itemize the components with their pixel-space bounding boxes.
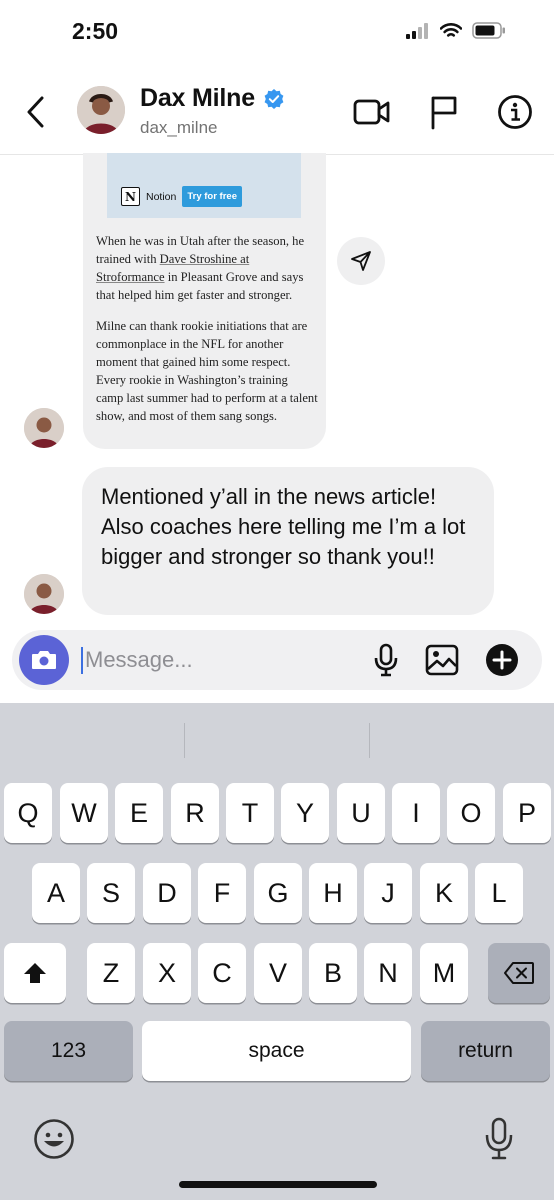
report-button[interactable] xyxy=(424,92,464,132)
shared-article[interactable]: N Notion Try for free When he was in Uta… xyxy=(83,153,326,449)
key-q[interactable]: Q xyxy=(4,783,52,843)
key-g[interactable]: G xyxy=(254,863,302,923)
shift-key[interactable] xyxy=(4,943,66,1003)
key-d[interactable]: D xyxy=(143,863,191,923)
avatar-photo-icon xyxy=(24,574,64,614)
space-key[interactable]: space xyxy=(142,1021,411,1081)
key-r[interactable]: R xyxy=(171,783,219,843)
message-bubble[interactable]: Mentioned y’all in the news article! Als… xyxy=(82,467,494,615)
key-v[interactable]: V xyxy=(254,943,302,1003)
notion-logo-icon: N xyxy=(121,187,140,206)
send-icon xyxy=(351,251,371,271)
return-key[interactable]: return xyxy=(421,1021,550,1081)
keyboard: Q W E R T Y U I O P A S D F G H J K L Z … xyxy=(0,703,554,1200)
wifi-icon xyxy=(440,22,462,37)
plus-circle-icon xyxy=(486,644,518,676)
key-z[interactable]: Z xyxy=(87,943,135,1003)
emoji-button[interactable] xyxy=(33,1118,75,1165)
key-h[interactable]: H xyxy=(309,863,357,923)
key-f[interactable]: F xyxy=(198,863,246,923)
flag-icon xyxy=(431,96,457,130)
battery-icon xyxy=(472,22,505,39)
sender-avatar[interactable] xyxy=(24,574,64,614)
key-w[interactable]: W xyxy=(60,783,108,843)
verified-badge-icon xyxy=(264,88,284,109)
key-b[interactable]: B xyxy=(309,943,357,1003)
ad-brand: Notion xyxy=(146,190,177,203)
video-call-button[interactable] xyxy=(352,92,392,132)
key-e[interactable]: E xyxy=(115,783,163,843)
key-n[interactable]: N xyxy=(364,943,412,1003)
contact-username: dax_milne xyxy=(140,118,218,137)
avatar-photo-icon xyxy=(24,408,64,448)
key-t[interactable]: T xyxy=(226,783,274,843)
contact-avatar[interactable] xyxy=(77,86,125,134)
text-cursor xyxy=(81,647,83,674)
microphone-icon xyxy=(374,643,398,677)
suggestion-divider xyxy=(184,723,185,758)
key-a[interactable]: A xyxy=(32,863,80,923)
image-icon xyxy=(425,644,459,676)
chevron-left-icon xyxy=(27,96,44,128)
key-i[interactable]: I xyxy=(392,783,440,843)
key-m[interactable]: M xyxy=(420,943,468,1003)
key-x[interactable]: X xyxy=(143,943,191,1003)
video-camera-icon xyxy=(353,99,390,125)
shift-arrow-icon xyxy=(24,963,46,983)
chat-header: Dax Milne dax_milne xyxy=(0,70,554,155)
key-k[interactable]: K xyxy=(420,863,468,923)
delete-key[interactable] xyxy=(488,943,550,1003)
article-paragraph-1: When he was in Utah after the season, he… xyxy=(96,232,318,304)
status-icons xyxy=(406,22,506,39)
gallery-button[interactable] xyxy=(424,642,460,678)
microphone-icon xyxy=(485,1117,513,1160)
suggestion-divider xyxy=(369,723,370,758)
camera-icon xyxy=(32,651,56,669)
ad-content: N Notion Try for free xyxy=(121,186,242,207)
numbers-key[interactable]: 123 xyxy=(4,1021,133,1081)
backspace-icon xyxy=(504,962,534,984)
back-button[interactable] xyxy=(22,92,50,132)
message-input[interactable] xyxy=(85,645,355,675)
message-composer xyxy=(12,630,542,690)
key-u[interactable]: U xyxy=(337,783,385,843)
contact-name-row[interactable]: Dax Milne xyxy=(140,84,285,113)
key-o[interactable]: O xyxy=(447,783,495,843)
home-indicator xyxy=(179,1181,377,1188)
key-j[interactable]: J xyxy=(364,863,412,923)
key-c[interactable]: C xyxy=(198,943,246,1003)
article-paragraph-2: Milne can thank rookie initiations that … xyxy=(96,319,318,423)
add-content-button[interactable] xyxy=(484,642,520,678)
dictation-button[interactable] xyxy=(484,1116,514,1167)
share-button[interactable] xyxy=(337,237,385,285)
try-for-free-button[interactable]: Try for free xyxy=(182,186,242,207)
key-p[interactable]: P xyxy=(503,783,551,843)
sender-avatar[interactable] xyxy=(24,408,64,448)
key-l[interactable]: L xyxy=(475,863,523,923)
cellular-signal-icon xyxy=(406,22,428,39)
voice-message-button[interactable] xyxy=(368,642,404,678)
avatar-photo-icon xyxy=(77,86,125,134)
info-icon xyxy=(498,95,532,129)
contact-name: Dax Milne xyxy=(140,84,255,112)
info-button[interactable] xyxy=(495,92,535,132)
key-y[interactable]: Y xyxy=(281,783,329,843)
key-s[interactable]: S xyxy=(87,863,135,923)
status-time: 2:50 xyxy=(72,18,119,44)
emoji-icon xyxy=(34,1119,74,1159)
camera-button[interactable] xyxy=(19,635,69,685)
